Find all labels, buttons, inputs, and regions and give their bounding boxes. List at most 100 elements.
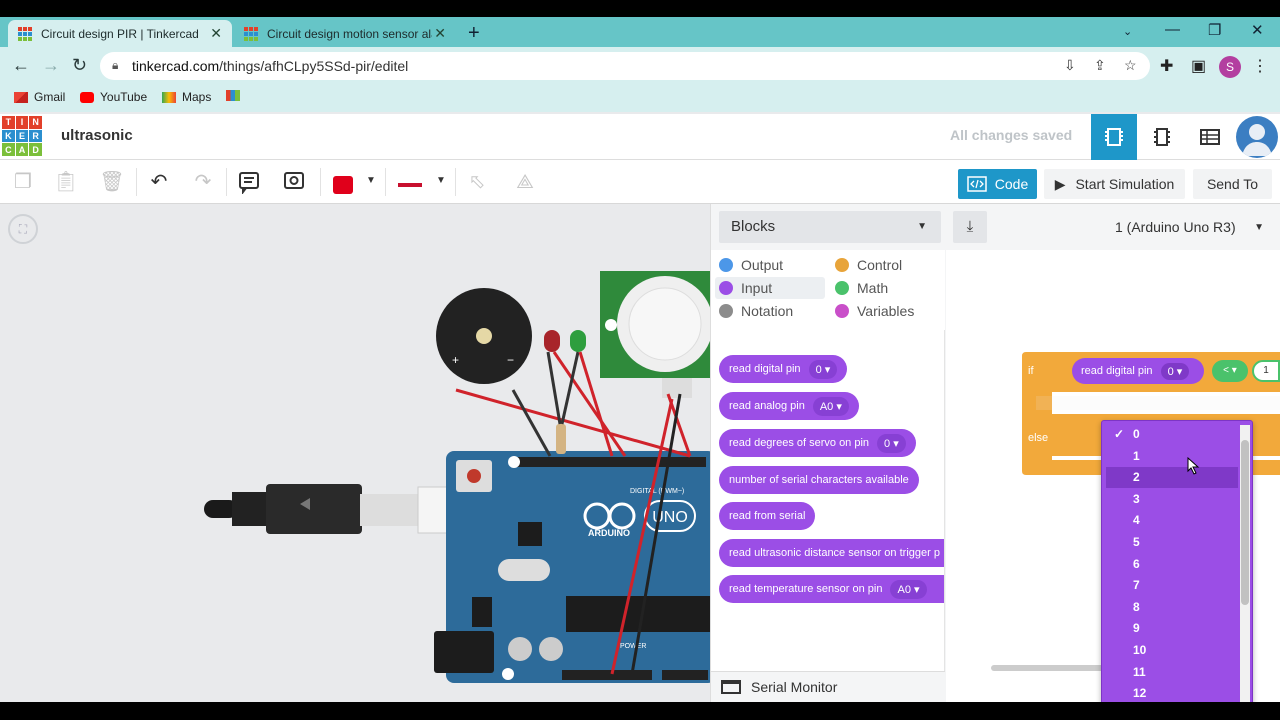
pin-option-11[interactable]: 11 (1106, 662, 1238, 683)
share-icon[interactable]: ⇪ (1094, 57, 1106, 74)
block-pin-dropdown[interactable]: A0 ▾ (812, 396, 849, 416)
circuit-view-button[interactable] (1091, 114, 1137, 160)
browser-tab-motion-sensor[interactable]: Circuit design motion sensor alar ✕ (234, 20, 456, 47)
project-name[interactable]: ultrasonic (61, 127, 133, 144)
block-serial-characters-available[interactable]: number of serial characters available (719, 466, 919, 494)
wire-style-swatch[interactable] (398, 183, 422, 187)
block-read-temperature-sensor[interactable]: read temperature sensor on pin A0 ▾ (719, 575, 944, 603)
pin-option-10[interactable]: 10 (1106, 640, 1238, 661)
send-to-button[interactable]: Send To (1193, 169, 1272, 199)
pin-option-6[interactable]: 6 (1106, 554, 1238, 575)
block-pin-dropdown[interactable]: 0 ▾ (808, 359, 838, 379)
pin-option-7[interactable]: 7 (1106, 575, 1238, 596)
url-input[interactable]: 🔒︎ tinkercad.com/things/afhCLpy5SSd-pir/… (100, 52, 1150, 80)
copy-icon[interactable]: ❐ (10, 170, 36, 194)
restore-icon[interactable]: ❐ (1208, 21, 1221, 39)
browser-tab-tinkercad[interactable]: Circuit design PIR | Tinkercad ✕ (8, 20, 232, 47)
notes-icon[interactable] (236, 170, 262, 195)
tinkercad-logo[interactable]: TIN KER CAD (2, 116, 42, 156)
dropdown-scroll-thumb[interactable] (1241, 440, 1249, 605)
pin-option-label: 7 (1133, 578, 1140, 593)
code-mode-select[interactable]: Blocks ▼ (719, 211, 941, 243)
pin-option-2[interactable]: 2 (1106, 467, 1238, 489)
bookmark-gmail[interactable]: Gmail (14, 90, 65, 104)
category-control[interactable]: Control (831, 254, 906, 276)
pin-option-5[interactable]: 5 (1106, 532, 1238, 553)
user-profile-avatar[interactable] (1236, 116, 1278, 158)
category-math[interactable]: Math (831, 277, 892, 299)
extensions-icon[interactable]: ✚ (1160, 56, 1173, 76)
serial-monitor-button[interactable]: Serial Monitor (711, 671, 945, 702)
category-notation[interactable]: Notation (715, 300, 797, 322)
pin-option-3[interactable]: 3 (1106, 489, 1238, 510)
component-list-button[interactable] (1187, 114, 1233, 160)
close-tab-icon[interactable]: ✕ (210, 25, 222, 42)
close-window-icon[interactable]: ✕ (1251, 21, 1264, 39)
pin-option-label: 4 (1133, 513, 1140, 528)
block-read-ultrasonic-distance[interactable]: read ultrasonic distance sensor on trigg… (719, 539, 944, 567)
bookmark-youtube[interactable]: YouTube (80, 90, 147, 104)
download-code-button[interactable]: ⤓ (953, 211, 987, 243)
chevron-down-icon[interactable]: ▼ (366, 175, 376, 186)
block-read-digital-pin[interactable]: read digital pin 0 ▾ (719, 355, 848, 383)
bookmark-star-icon[interactable]: ☆ (1124, 57, 1137, 74)
chevron-down-icon[interactable]: ▼ (436, 175, 446, 186)
category-input[interactable]: Input (715, 277, 825, 299)
side-panel-icon[interactable]: ▣ (1191, 56, 1206, 76)
green-led[interactable] (570, 330, 586, 352)
arduino-uno-board[interactable]: ARDUINO UNO DIGITAL (PWM~) POWER (434, 451, 710, 683)
block-pin-dropdown[interactable]: A0 ▾ (890, 579, 927, 599)
condition-pin-dropdown[interactable]: 0 ▾ (1160, 362, 1190, 380)
youtube-icon (80, 91, 94, 103)
pin-option-0[interactable]: ✓ 0 (1106, 424, 1238, 445)
flip-icon[interactable]: ⟁ (512, 170, 538, 194)
circuit-canvas[interactable]: ⛶ ARDUINO UNO DIGITAL (PWM~) POWER + − (0, 204, 710, 702)
forward-icon[interactable]: → (42, 55, 60, 76)
category-output[interactable]: Output (715, 254, 787, 276)
user-avatar-icon (1242, 124, 1272, 156)
pir-sensor[interactable] (600, 271, 710, 398)
pin-dropdown-menu[interactable]: ✓ 0 1 2 3 4 5 6 7 8 9 10 11 12 (1101, 420, 1253, 702)
menu-icon[interactable]: ⋮ (1252, 56, 1268, 76)
red-led[interactable] (544, 330, 560, 352)
code-button[interactable]: Code (958, 169, 1037, 199)
redo-icon[interactable]: ↷ (190, 170, 216, 194)
bookmark-tinkercad[interactable] (226, 90, 240, 101)
profile-avatar[interactable]: S (1219, 56, 1241, 78)
pin-option-4[interactable]: 4 (1106, 510, 1238, 531)
delete-icon[interactable]: 🗑︎ (99, 170, 125, 194)
category-variables[interactable]: Variables (831, 300, 918, 322)
visibility-icon[interactable] (281, 170, 307, 194)
compare-value-input[interactable]: 1 (1252, 360, 1280, 382)
tab-search-icon[interactable]: ⌄ (1123, 25, 1132, 38)
minimize-icon[interactable]: — (1165, 21, 1180, 38)
dropdown-scrollbar[interactable] (1240, 425, 1250, 702)
reload-icon[interactable]: ↻ (72, 55, 87, 76)
rotate-icon[interactable]: ⬁ (464, 170, 490, 194)
compare-operator-dropdown[interactable]: < ▾ (1212, 360, 1248, 382)
category-dot (719, 258, 733, 272)
piezo-buzzer[interactable]: + − (436, 288, 532, 384)
pin-option-12[interactable]: 12 (1106, 683, 1238, 702)
block-pin-dropdown[interactable]: 0 ▾ (877, 433, 906, 453)
block-read-analog-pin[interactable]: read analog pin A0 ▾ (719, 392, 859, 420)
condition-read-digital-pin-block[interactable]: read digital pin 0 ▾ (1072, 358, 1204, 384)
pin-option-8[interactable]: 8 (1106, 597, 1238, 618)
schematic-view-button[interactable] (1139, 114, 1185, 160)
back-icon[interactable]: ← (12, 55, 30, 76)
block-read-servo-degrees[interactable]: read degrees of servo on pin 0 ▾ (719, 429, 916, 457)
board-select[interactable]: 1 (Arduino Uno R3) ▼ (1101, 211, 1276, 243)
bookmark-maps[interactable]: Maps (162, 90, 211, 104)
resistor[interactable] (556, 424, 566, 454)
wire-color-swatch[interactable] (333, 176, 353, 194)
bookmarks-bar: Gmail YouTube Maps (0, 85, 1280, 112)
undo-icon[interactable]: ↶ (146, 170, 172, 194)
start-simulation-button[interactable]: ▶ Start Simulation (1044, 169, 1185, 199)
close-tab-icon[interactable]: ✕ (434, 25, 446, 42)
paste-icon[interactable]: 📋︎ (53, 170, 79, 194)
pin-option-1[interactable]: 1 (1106, 446, 1238, 467)
pin-option-9[interactable]: 9 (1106, 618, 1238, 639)
install-app-icon[interactable]: ⇩ (1064, 57, 1076, 74)
block-read-from-serial[interactable]: read from serial (719, 502, 816, 530)
new-tab-button[interactable]: + (468, 22, 480, 45)
